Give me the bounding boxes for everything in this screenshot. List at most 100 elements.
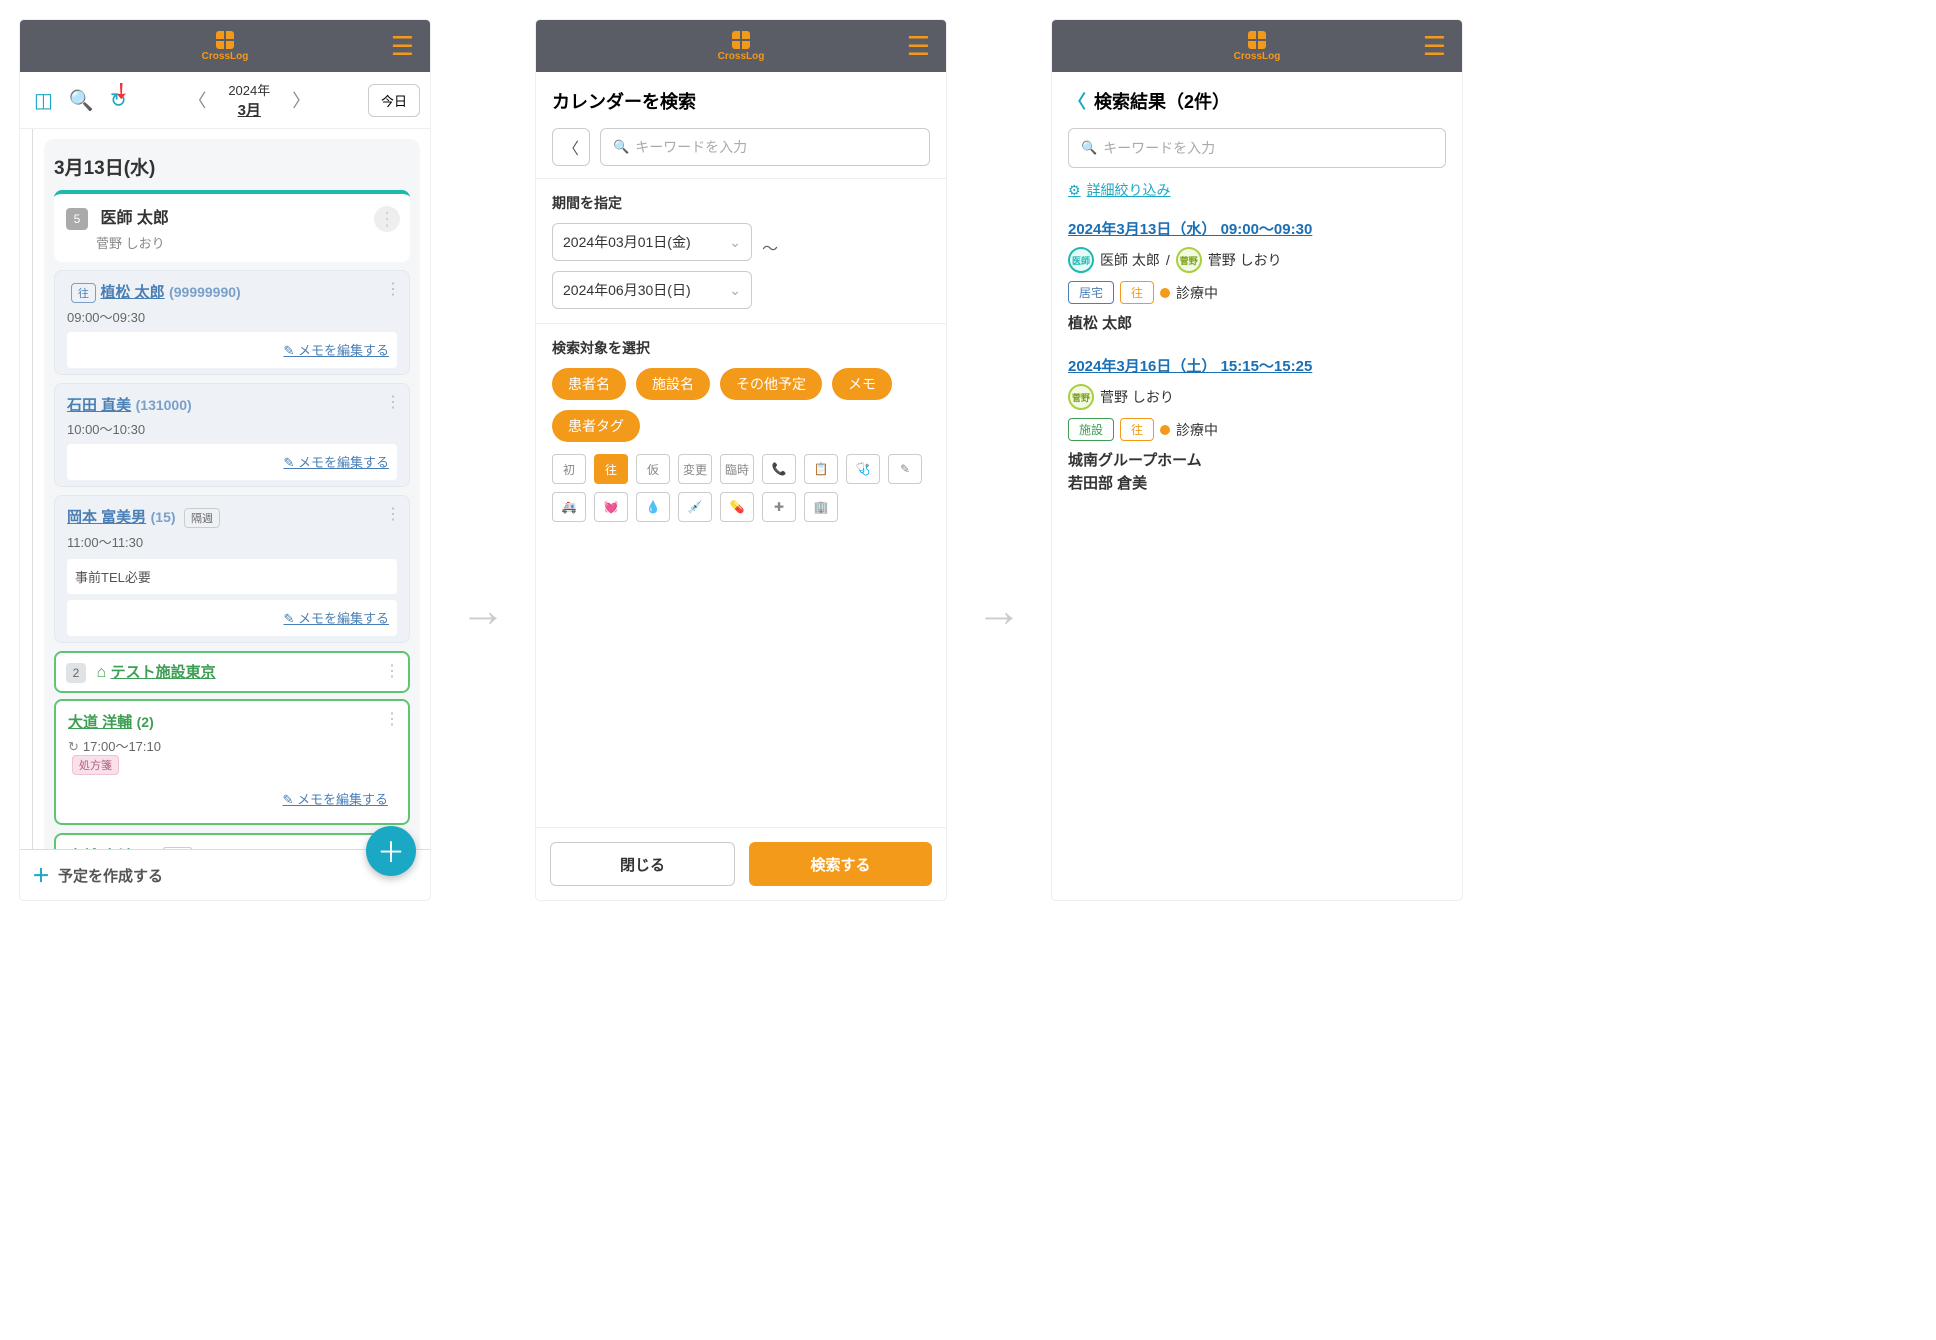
filter-icon-box[interactable]: 💓: [594, 492, 628, 522]
back-button[interactable]: 〈: [552, 128, 590, 166]
result-patient: 若田部 倉美: [1068, 472, 1446, 493]
target-tag[interactable]: 患者名: [552, 368, 626, 400]
status-text: 診療中: [1176, 420, 1218, 440]
flow-arrow-icon: →: [460, 583, 506, 637]
facility-card[interactable]: ⋮ 2 ⌂ テスト施設東京: [54, 651, 410, 693]
filter-icon-box[interactable]: 📞: [762, 454, 796, 484]
filter-icon-box[interactable]: 💊: [720, 492, 754, 522]
patient-link[interactable]: 岡本 富美男: [67, 509, 146, 526]
search-input[interactable]: キーワードを入力: [600, 128, 930, 166]
staff-name: 菅野 しおり: [1100, 387, 1174, 407]
fab-add-button[interactable]: ＋: [366, 826, 416, 876]
menu-icon[interactable]: ☰: [907, 31, 930, 62]
appointment-card[interactable]: ⋮ 往 植松 太郎 (99999990) 09:00〜09:30 ✎ メモを編集…: [54, 270, 410, 375]
brand-logo: CrossLog: [718, 31, 765, 62]
prev-month-button[interactable]: 〈: [180, 83, 214, 117]
chevron-down-icon: ⌄: [729, 282, 741, 299]
patient-link[interactable]: 植松 太郎: [100, 284, 164, 301]
target-tag[interactable]: その他予定: [720, 368, 822, 400]
apt-menu-icon[interactable]: ⋮: [384, 709, 400, 729]
doctor-count-badge: 5: [66, 208, 88, 230]
chevron-down-icon: ⌄: [729, 234, 741, 251]
search-button[interactable]: 検索する: [749, 842, 932, 886]
result-pill: 往: [1120, 418, 1154, 441]
apt-time: 09:00〜09:30: [67, 307, 397, 326]
topbar: CrossLog ☰: [1052, 20, 1462, 72]
edit-memo-link[interactable]: ✎ メモを編集する: [283, 343, 389, 358]
staff-badge: 医師: [1068, 247, 1094, 273]
tilde: 〜: [762, 235, 778, 259]
patient-link[interactable]: 大道 洋輔: [68, 714, 132, 731]
facility-menu-icon[interactable]: ⋮: [384, 661, 400, 681]
patient-id: (99999990): [169, 284, 241, 300]
filter-icon-box[interactable]: 🩺: [846, 454, 880, 484]
apt-time: ↻17:00〜17:10: [68, 736, 396, 755]
filter-icon-box[interactable]: 💉: [678, 492, 712, 522]
appointment-card[interactable]: ⋮ 大道 洋輔 (2) ↻17:00〜17:10 処方箋 ✎ メモを編集する: [54, 699, 410, 825]
result-pill: 往: [1120, 281, 1154, 304]
brand-logo: CrossLog: [1234, 31, 1281, 62]
doctor-menu-icon[interactable]: ⋮: [374, 206, 400, 232]
topbar: CrossLog ☰: [536, 20, 946, 72]
result-pill: 施設: [1068, 418, 1114, 441]
search-result: 2024年3月13日（水） 09:00〜09:30 医師 医師 太郎 / 菅野 …: [1068, 218, 1446, 333]
filter-icon-box[interactable]: 🏢: [804, 492, 838, 522]
appointment-card[interactable]: ⋮ 石田 直美 (131000) 10:00〜10:30 ✎ メモを編集する: [54, 383, 410, 487]
filter-icon-box[interactable]: 💧: [636, 492, 670, 522]
frequency-chip: 隔週: [184, 508, 220, 528]
menu-icon[interactable]: ☰: [1423, 31, 1446, 62]
filter-icon-box[interactable]: 🚑: [552, 492, 586, 522]
filter-icon-box[interactable]: 仮: [636, 454, 670, 484]
edit-memo-link[interactable]: ✎ メモを編集する: [282, 792, 388, 807]
apt-menu-icon[interactable]: ⋮: [385, 279, 401, 299]
facility-link[interactable]: テスト施設東京: [111, 664, 216, 681]
next-month-button[interactable]: 〉: [284, 83, 318, 117]
search-icon[interactable]: 🔍: [65, 84, 98, 117]
sidebar-toggle-icon[interactable]: ◫: [30, 84, 57, 117]
brand-logo: CrossLog: [202, 31, 249, 62]
result-date-link[interactable]: 2024年3月13日（水） 09:00〜09:30: [1068, 218, 1446, 239]
date-from-select[interactable]: 2024年03月01日(金)⌄: [552, 223, 752, 261]
flow-arrow-icon: →: [976, 583, 1022, 637]
appointment-card[interactable]: ⋮ 大越 真希 (6) 月2 ↻17:15〜17:25: [54, 833, 410, 849]
status-dot: [1160, 425, 1170, 435]
period-label: 期間を指定: [552, 193, 930, 213]
doctor-name: 医師 太郎: [100, 210, 168, 227]
apt-menu-icon[interactable]: ⋮: [385, 392, 401, 412]
result-date-link[interactable]: 2024年3月16日（土） 15:15〜15:25: [1068, 355, 1446, 376]
page-title: カレンダーを検索: [552, 88, 930, 114]
edit-memo-link[interactable]: ✎ メモを編集する: [283, 455, 389, 470]
screen-calendar-day: CrossLog ☰ ➘ ◫ 🔍 ↻ 〈 2024年 3月 〉 今日 3月13日…: [20, 20, 430, 900]
apt-time: 10:00〜10:30: [67, 419, 397, 438]
filter-icon-box[interactable]: 初: [552, 454, 586, 484]
topbar: CrossLog ☰: [20, 20, 430, 72]
filter-icon-box[interactable]: 往: [594, 454, 628, 484]
apt-memo: 事前TEL必要: [67, 559, 397, 594]
target-tag[interactable]: メモ: [832, 368, 892, 400]
search-input[interactable]: キーワードを入力: [1068, 128, 1446, 168]
filter-icon-box[interactable]: 変更: [678, 454, 712, 484]
today-button[interactable]: 今日: [368, 84, 420, 117]
back-chevron-icon[interactable]: 〈: [1068, 88, 1086, 114]
target-tag[interactable]: 施設名: [636, 368, 710, 400]
staff-name: 菅野 しおり: [1208, 250, 1282, 270]
month-label[interactable]: 2024年 3月: [228, 80, 270, 120]
patient-id: (15): [151, 509, 176, 525]
appointment-card[interactable]: ⋮ 岡本 富美男 (15) 隔週 11:00〜11:30 事前TEL必要 ✎ メ…: [54, 495, 410, 643]
date-to-select[interactable]: 2024年06月30日(日)⌄: [552, 271, 752, 309]
target-tag[interactable]: 患者タグ: [552, 410, 640, 442]
filter-icon-box[interactable]: ✚: [762, 492, 796, 522]
close-button[interactable]: 閉じる: [550, 842, 735, 886]
patient-link[interactable]: 石田 直美: [67, 397, 131, 414]
menu-icon[interactable]: ☰: [391, 31, 414, 62]
filter-icon-box[interactable]: 臨時: [720, 454, 754, 484]
filter-icon-box[interactable]: 📋: [804, 454, 838, 484]
patient-id: (6): [137, 848, 154, 849]
filter-icon-box[interactable]: ✎: [888, 454, 922, 484]
apt-menu-icon[interactable]: ⋮: [385, 504, 401, 524]
patient-id: (131000): [136, 397, 192, 413]
patient-link[interactable]: 大越 真希: [68, 848, 132, 849]
advanced-filter-link[interactable]: ⚙ 詳細絞り込み: [1068, 180, 1446, 200]
edit-memo-link[interactable]: ✎ メモを編集する: [283, 611, 389, 626]
doctor-sub: 菅野 しおり: [96, 233, 398, 252]
